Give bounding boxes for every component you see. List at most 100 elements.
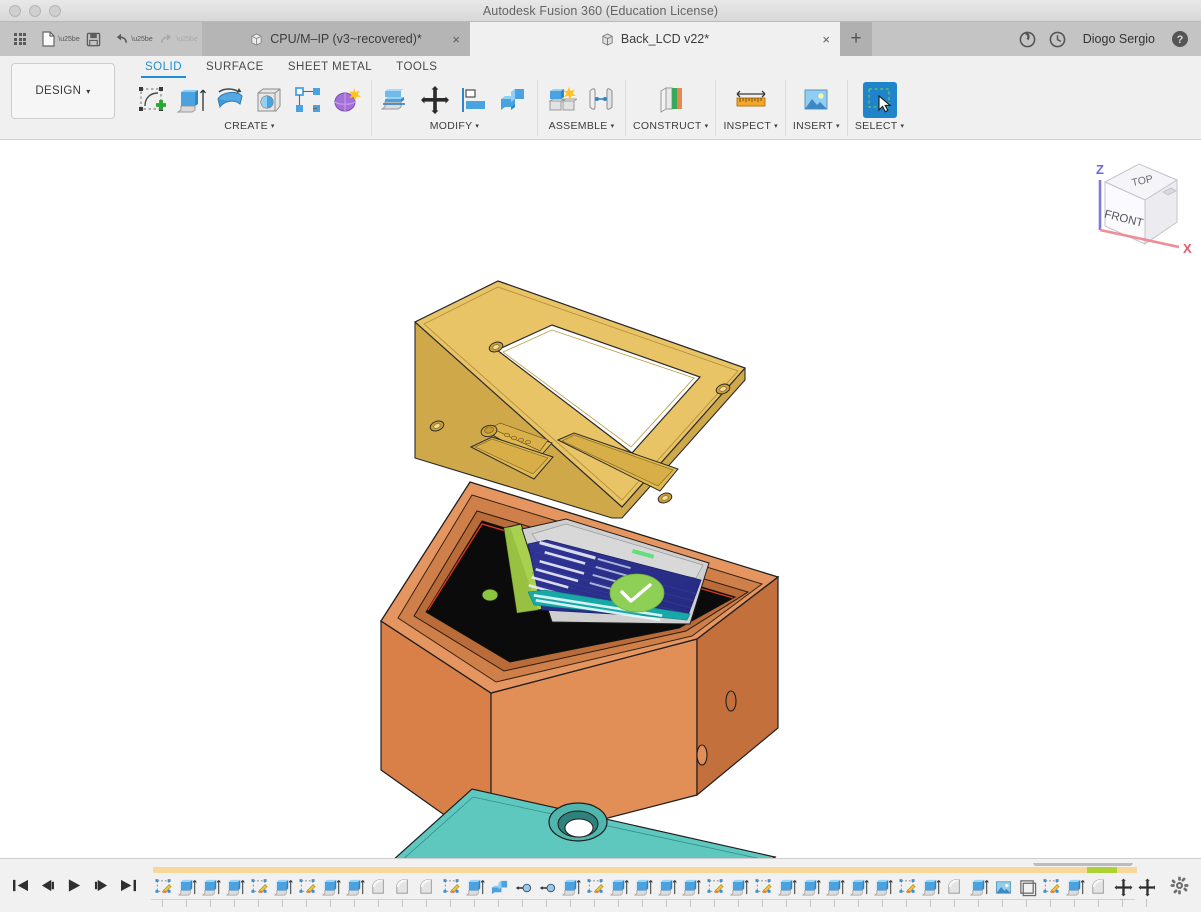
help-icon[interactable]: ? bbox=[1167, 26, 1193, 52]
tab-sheet-metal[interactable]: SHEET METAL bbox=[276, 58, 384, 77]
tab-surface[interactable]: SURFACE bbox=[194, 58, 276, 77]
document-tab-bar: \u25be \u25be \u25be CPU/M–IP (v3~recove… bbox=[0, 22, 1201, 56]
workspace-label: DESIGN bbox=[35, 85, 82, 97]
chevron-down-icon: ▾ bbox=[475, 123, 480, 130]
new-component-icon[interactable] bbox=[545, 82, 579, 118]
panel-construct-label[interactable]: CONSTRUCT ▾ bbox=[633, 120, 708, 132]
ribbon-tab-list: SOLID SURFACE SHEET METAL TOOLS bbox=[133, 58, 449, 78]
window-title: Autodesk Fusion 360 (Education License) bbox=[482, 3, 719, 18]
panel-select-label[interactable]: SELECT ▾ bbox=[855, 120, 904, 132]
timeline-tick bbox=[439, 898, 463, 907]
select-window-icon[interactable] bbox=[862, 82, 897, 118]
panel-label-text: INSPECT bbox=[723, 120, 772, 132]
new-tab-button[interactable]: + bbox=[840, 22, 872, 56]
document-tab-cpu-mip[interactable]: CPU/M–IP (v3~recovered)* × bbox=[202, 22, 470, 56]
press-pull-icon[interactable] bbox=[379, 82, 413, 118]
timeline-tick bbox=[535, 898, 559, 907]
panel-label-text: INSERT bbox=[792, 120, 834, 132]
timeline-tick bbox=[799, 898, 823, 907]
extrude-icon[interactable] bbox=[174, 82, 208, 118]
align-icon[interactable] bbox=[457, 82, 491, 118]
timeline-tick bbox=[1135, 898, 1155, 907]
exploded-assembly-model[interactable] bbox=[0, 140, 1201, 858]
timeline-tick bbox=[295, 898, 319, 907]
model-canvas[interactable]: TOP FRONT Z X bbox=[0, 140, 1201, 858]
timeline-tick bbox=[319, 898, 343, 907]
pattern-icon[interactable] bbox=[291, 82, 325, 118]
panel-label-text: ASSEMBLE bbox=[548, 120, 608, 132]
combine-icon[interactable] bbox=[496, 82, 530, 118]
timeline-tick bbox=[583, 898, 607, 907]
panel-modify-label[interactable]: MODIFY ▾ bbox=[430, 120, 479, 132]
timeline-marker[interactable] bbox=[1087, 866, 1117, 873]
account-username[interactable]: Diogo Sergio bbox=[1075, 32, 1163, 46]
timeline-tick bbox=[559, 898, 583, 907]
play-button[interactable] bbox=[62, 870, 87, 902]
panel-assemble-label[interactable]: ASSEMBLE ▾ bbox=[549, 120, 615, 132]
ribbon-panels: CREATE ▾ MODIFY ▾ ASSEMBLE ▾ CONSTRUCT ▾… bbox=[128, 80, 911, 136]
timeline-settings-button[interactable] bbox=[1157, 876, 1201, 895]
viewcube[interactable]: TOP FRONT Z X bbox=[1083, 152, 1193, 260]
timeline-tick bbox=[1039, 898, 1063, 907]
chevron-down-icon: ▾ bbox=[900, 123, 905, 130]
panel-insert-label[interactable]: INSERT ▾ bbox=[793, 120, 840, 132]
panel-inspect-label[interactable]: INSPECT ▾ bbox=[723, 120, 777, 132]
cube-icon bbox=[250, 32, 263, 46]
joint-icon[interactable] bbox=[584, 82, 618, 118]
timeline-tick bbox=[991, 898, 1015, 907]
panel-create: CREATE ▾ bbox=[128, 80, 371, 136]
timeline-tick bbox=[367, 898, 391, 907]
recent-activity-icon[interactable] bbox=[1045, 26, 1071, 52]
step-forward-button[interactable] bbox=[89, 870, 114, 902]
timeline-tick bbox=[487, 898, 511, 907]
hole-icon[interactable] bbox=[252, 82, 286, 118]
timeline-tick bbox=[271, 898, 295, 907]
app-grid-icon[interactable] bbox=[7, 25, 33, 53]
job-status-icon[interactable] bbox=[1015, 26, 1041, 52]
revolve-icon[interactable] bbox=[213, 82, 247, 118]
timeline-track[interactable]: .. bbox=[147, 862, 1155, 909]
close-tab-icon[interactable]: × bbox=[822, 32, 830, 47]
measure-icon[interactable] bbox=[734, 82, 768, 118]
save-icon[interactable] bbox=[80, 25, 106, 53]
timeline-tick bbox=[1063, 898, 1087, 907]
offset-plane-icon[interactable] bbox=[654, 82, 688, 118]
chevron-down-icon: ▾ bbox=[270, 123, 275, 130]
go-to-beginning-button[interactable] bbox=[8, 870, 33, 902]
panel-assemble: ASSEMBLE ▾ bbox=[537, 80, 625, 136]
redo-dropdown-caret-icon[interactable]: \u25be bbox=[176, 25, 197, 53]
svg-text:?: ? bbox=[1177, 34, 1184, 46]
undo-icon[interactable] bbox=[108, 25, 134, 53]
tab-tools[interactable]: TOOLS bbox=[384, 58, 449, 77]
panel-label-text: MODIFY bbox=[429, 120, 473, 132]
step-back-button[interactable] bbox=[35, 870, 60, 902]
redo-icon[interactable] bbox=[153, 25, 179, 53]
panel-create-label[interactable]: CREATE ▾ bbox=[224, 120, 274, 132]
document-tab-back-lcd[interactable]: Back_LCD v22* × bbox=[470, 22, 840, 56]
workspace-switcher-button[interactable]: DESIGN ▾ bbox=[11, 63, 115, 119]
timeline-tick bbox=[871, 898, 895, 907]
timeline-scrollbar[interactable] bbox=[1033, 862, 1133, 866]
file-dropdown-caret-icon[interactable]: \u25be bbox=[58, 25, 79, 53]
tab-solid[interactable]: SOLID bbox=[133, 58, 194, 78]
insert-image-icon[interactable] bbox=[799, 82, 833, 118]
timeline-tick bbox=[463, 898, 487, 907]
move-copy-icon[interactable] bbox=[418, 82, 452, 118]
file-icon[interactable] bbox=[35, 25, 61, 53]
panel-construct: CONSTRUCT ▾ bbox=[625, 80, 715, 136]
timeline-tick bbox=[967, 898, 991, 907]
lcd-screen[interactable] bbox=[521, 518, 710, 625]
faceplate-body[interactable] bbox=[413, 280, 747, 519]
go-to-end-button[interactable] bbox=[116, 870, 141, 902]
close-tab-icon[interactable]: × bbox=[452, 32, 460, 47]
timeline-tick bbox=[703, 898, 727, 907]
timeline-tick bbox=[511, 898, 535, 907]
viewcube-z-axis-label: Z bbox=[1096, 162, 1104, 177]
timeline-tick bbox=[391, 898, 415, 907]
create-form-icon[interactable] bbox=[330, 82, 364, 118]
undo-dropdown-caret-icon[interactable]: \u25be bbox=[131, 25, 152, 53]
create-sketch-icon[interactable] bbox=[135, 82, 169, 118]
timeline-tick bbox=[631, 898, 655, 907]
document-tab-label: CPU/M–IP (v3~recovered)* bbox=[270, 32, 422, 46]
panel-inspect: INSPECT ▾ bbox=[715, 80, 784, 136]
